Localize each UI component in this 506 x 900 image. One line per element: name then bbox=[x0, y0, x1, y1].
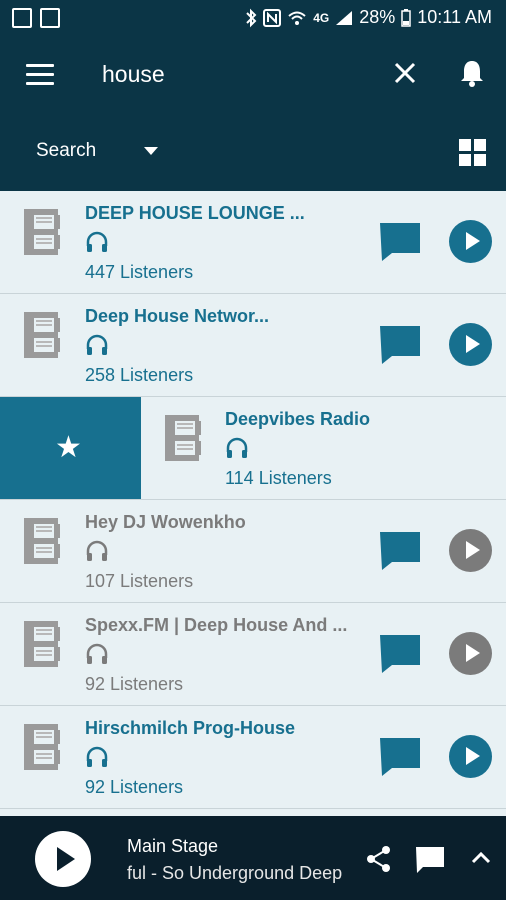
listener-count: 114 Listeners bbox=[225, 468, 332, 488]
battery-percent: 28% bbox=[359, 7, 396, 27]
station-logo-icon bbox=[24, 209, 60, 255]
station-row[interactable]: Deep House Networ... 258 Listeners bbox=[0, 294, 506, 397]
share-icon[interactable] bbox=[366, 845, 392, 873]
mini-player[interactable]: Main Stage ful - So Underground Deep bbox=[0, 816, 506, 900]
close-icon[interactable] bbox=[392, 60, 418, 86]
status-notifications bbox=[12, 8, 60, 28]
listener-count: 258 Listeners bbox=[85, 365, 194, 385]
station-logo-icon bbox=[24, 724, 60, 770]
headphones-icon bbox=[86, 643, 108, 664]
grid-view-icon[interactable] bbox=[459, 139, 486, 166]
now-playing-track: ful - So Underground Deep bbox=[127, 863, 343, 883]
listener-count: 447 Listeners bbox=[85, 262, 194, 282]
search-input[interactable]: house bbox=[102, 61, 165, 88]
clock: 10:11 AM bbox=[417, 7, 492, 27]
headphones-icon bbox=[86, 540, 108, 561]
station-title: Hirschmilch Prog-House bbox=[85, 718, 296, 738]
station-logo-icon bbox=[165, 415, 201, 461]
signal-icon bbox=[336, 10, 353, 25]
chat-icon[interactable] bbox=[378, 633, 422, 675]
station-logo-icon bbox=[24, 518, 60, 564]
wifi-icon bbox=[288, 11, 306, 25]
notification-app-icon bbox=[12, 8, 32, 28]
headphones-icon bbox=[226, 437, 248, 458]
headphones-icon bbox=[86, 231, 108, 252]
app-bar: house Search bbox=[0, 36, 506, 191]
chevron-up-icon[interactable] bbox=[470, 849, 492, 865]
player-play-button[interactable] bbox=[35, 831, 91, 887]
chat-icon[interactable] bbox=[414, 845, 446, 875]
network-type: 4G bbox=[313, 10, 330, 25]
bluetooth-icon bbox=[246, 8, 257, 27]
headphones-icon bbox=[86, 746, 108, 767]
status-right: 4G 28% 10:11 AM bbox=[245, 7, 492, 28]
headphones-icon bbox=[86, 334, 108, 355]
caret-down-icon bbox=[144, 147, 159, 155]
station-row-swiped[interactable]: ★ Deepvibes Radio 114 Listeners bbox=[0, 397, 506, 500]
listener-count: 92 Listeners bbox=[85, 674, 184, 694]
now-playing-station: Main Stage bbox=[127, 836, 219, 856]
play-button[interactable] bbox=[449, 632, 492, 675]
station-title: Spexx.FM | Deep House And ... bbox=[85, 615, 348, 635]
station-logo-icon bbox=[24, 312, 60, 358]
station-row[interactable]: Hey DJ Wowenkho 107 Listeners bbox=[0, 500, 506, 603]
chat-icon[interactable] bbox=[378, 324, 422, 366]
station-title: Hey DJ Wowenkho bbox=[85, 512, 246, 532]
nfc-icon bbox=[263, 8, 282, 27]
chat-icon[interactable] bbox=[378, 221, 422, 263]
station-row-content: Deepvibes Radio 114 Listeners bbox=[141, 397, 506, 499]
notification-image-icon bbox=[40, 8, 60, 28]
station-title: DEEP HOUSE LOUNGE ... bbox=[85, 203, 305, 223]
chat-icon[interactable] bbox=[378, 530, 422, 572]
station-title: Deepvibes Radio bbox=[225, 409, 371, 429]
favorite-button[interactable]: ★ bbox=[0, 397, 141, 499]
search-type-label: Search bbox=[36, 140, 97, 161]
battery-icon bbox=[401, 8, 412, 27]
station-row[interactable]: Spexx.FM | Deep House And ... 92 Listene… bbox=[0, 603, 506, 706]
listener-count: 107 Listeners bbox=[85, 571, 194, 591]
station-row[interactable]: DEEP HOUSE LOUNGE ... 447 Listeners bbox=[0, 191, 506, 294]
station-title: Deep House Networ... bbox=[85, 306, 270, 326]
chat-icon[interactable] bbox=[378, 736, 422, 778]
play-button[interactable] bbox=[449, 220, 492, 263]
bell-icon[interactable] bbox=[458, 58, 486, 88]
star-icon: ★ bbox=[55, 431, 82, 464]
menu-icon[interactable] bbox=[26, 64, 54, 86]
play-button[interactable] bbox=[449, 529, 492, 572]
status-bar: 4G 28% 10:11 AM bbox=[0, 0, 506, 36]
search-type-dropdown[interactable]: Search bbox=[36, 140, 159, 162]
station-logo-icon bbox=[24, 621, 60, 667]
play-button[interactable] bbox=[449, 735, 492, 778]
play-button[interactable] bbox=[449, 323, 492, 366]
station-list: DEEP HOUSE LOUNGE ... 447 Listeners Deep… bbox=[0, 191, 506, 816]
station-row[interactable]: Hirschmilch Prog-House 92 Listeners bbox=[0, 706, 506, 809]
listener-count: 92 Listeners bbox=[85, 777, 184, 797]
